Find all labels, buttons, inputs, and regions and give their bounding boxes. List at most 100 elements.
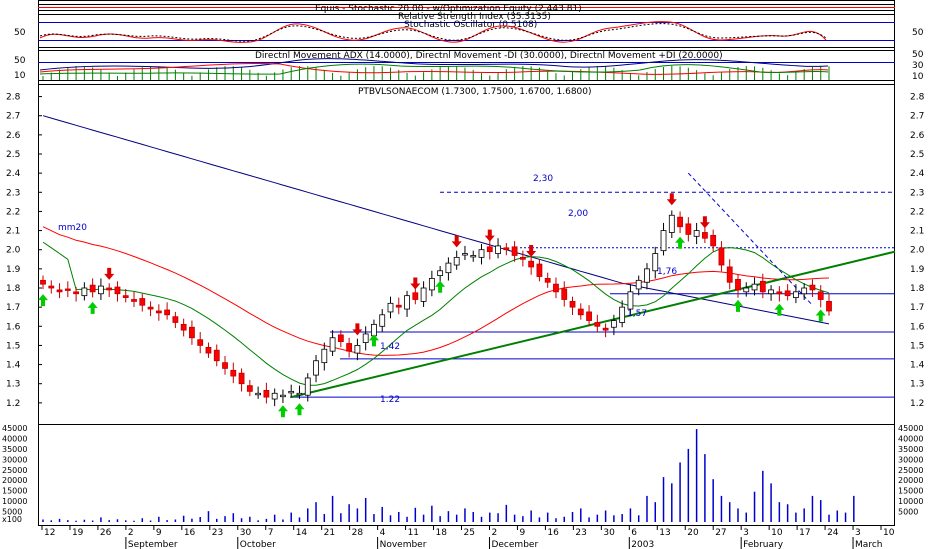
price-tick-right: 2.5 (910, 150, 924, 160)
candle (735, 274, 741, 298)
buy-arrow (774, 303, 785, 316)
candle (106, 283, 113, 297)
buy-arrow (675, 236, 686, 249)
price-tick-left: 2.8 (6, 93, 21, 103)
candle (222, 355, 228, 375)
candle (48, 280, 55, 294)
candle (768, 285, 774, 301)
volume-tick-right: 30000 (898, 455, 923, 464)
level-label-176: 1,76 (657, 267, 677, 277)
sell-arrow (484, 229, 495, 242)
candle (362, 326, 369, 351)
candle (89, 278, 96, 298)
resistance-downtrend (687, 172, 813, 306)
stock-chart: Equis - Stochastic 20.00 - w/Optimizatio… (2, 0, 925, 549)
signal-arrows (38, 193, 826, 418)
candle (793, 284, 799, 304)
candle (197, 332, 204, 354)
candle (246, 379, 253, 397)
candle (428, 270, 435, 297)
price-tick-left: 2.6 (6, 131, 21, 141)
candle (635, 275, 642, 296)
price-tick-right: 1.3 (910, 380, 924, 390)
candle (164, 302, 171, 320)
candle (98, 278, 104, 301)
x-day-label: 24 (827, 528, 839, 538)
dmi-axis-right-30: 30 (912, 61, 924, 71)
price-axis-right: 1.2 1.3 1.4 1.5 1.6 1.7 1.8 1.9 2.0 2.1 2.2 2.3 2.4 2… (910, 93, 925, 409)
candle (586, 305, 592, 327)
x-month-label: November (380, 540, 427, 549)
volume-tick-right: 20000 (898, 476, 923, 485)
sell-arrow (526, 244, 537, 257)
volume-tick-left: 10000 (2, 497, 27, 506)
sell-arrow (699, 216, 710, 229)
volume-tick-left: 45000 (2, 424, 27, 433)
candle (280, 389, 286, 404)
candle (701, 227, 708, 244)
price-tick-left: 1.7 (6, 303, 20, 313)
x-day-label: 30 (603, 528, 615, 538)
candle (677, 211, 683, 234)
candle (230, 362, 237, 384)
stochastic-panel: Relative Strength Index (35.3135) Stocha… (14, 12, 924, 48)
candle (594, 314, 601, 333)
candle (255, 386, 262, 399)
x-day-label: 17 (799, 528, 810, 538)
price-tick-left: 1.9 (6, 265, 21, 275)
candle (81, 282, 88, 301)
buy-arrow (277, 405, 288, 418)
mm20-label: mm20 (58, 223, 87, 233)
price-tick-left: 2.0 (6, 246, 21, 256)
x-day-label: 3 (743, 528, 749, 538)
candle (809, 279, 816, 297)
x-day-label: 21 (324, 528, 335, 538)
candle (379, 309, 386, 332)
volume-tick-right: 25000 (898, 466, 923, 475)
stoch-axis-left: 50 (14, 28, 26, 38)
candle (519, 250, 526, 267)
candle (337, 330, 344, 348)
stoch-axis-right: 50 (912, 28, 924, 38)
candle (462, 245, 468, 261)
x-day-label: 18 (436, 528, 448, 538)
volume-tick-left: 40000 (2, 434, 27, 443)
candle (644, 263, 650, 290)
x-day-label: 7 (268, 528, 274, 538)
x-day-label: 26 (100, 528, 112, 538)
dmi-title: Directnl Movement ADX (14.0000), Directn… (255, 51, 723, 61)
candle (288, 384, 295, 398)
buy-arrow (294, 403, 305, 416)
candle (495, 238, 501, 259)
candle (238, 368, 245, 392)
x-day-label: 28 (352, 528, 364, 538)
candle (693, 222, 700, 245)
candle (213, 344, 220, 367)
level-label-142: 1,42 (380, 342, 400, 352)
price-tick-left: 2.5 (6, 150, 20, 160)
candle (801, 283, 808, 301)
dmi-axis-right-50: 50 (912, 50, 924, 60)
x-day-label: 2 (128, 528, 134, 538)
price-tick-left: 1.4 (6, 361, 21, 371)
price-axis-left: 1.2 1.3 1.4 1.5 1.6 1.7 1.8 1.9 2.0 2.1 2.2 2.3 2.4 2… (6, 93, 42, 409)
sell-arrow (352, 323, 363, 336)
buy-arrow (815, 309, 826, 322)
price-tick-left: 1.5 (6, 341, 20, 351)
x-day-label: 20 (687, 528, 699, 538)
buy-arrow (368, 334, 379, 347)
x-day-label: 3 (855, 528, 861, 538)
x-day-label: 4 (380, 528, 386, 538)
price-title: PTBVLSONAECOM (1.7300, 1.7500, 1.6700, 1… (358, 87, 592, 97)
dmi-panel: Directnl Movement ADX (14.0000), Directn… (14, 50, 924, 82)
candle (321, 342, 328, 371)
candle (64, 281, 71, 297)
price-tick-right: 2.4 (910, 169, 925, 179)
candle (445, 257, 452, 281)
candle (726, 259, 733, 290)
candle (453, 250, 460, 270)
moving-average-200 (42, 115, 830, 325)
candle (329, 330, 336, 356)
x-day-label: 19 (72, 528, 84, 538)
candle (710, 229, 717, 252)
